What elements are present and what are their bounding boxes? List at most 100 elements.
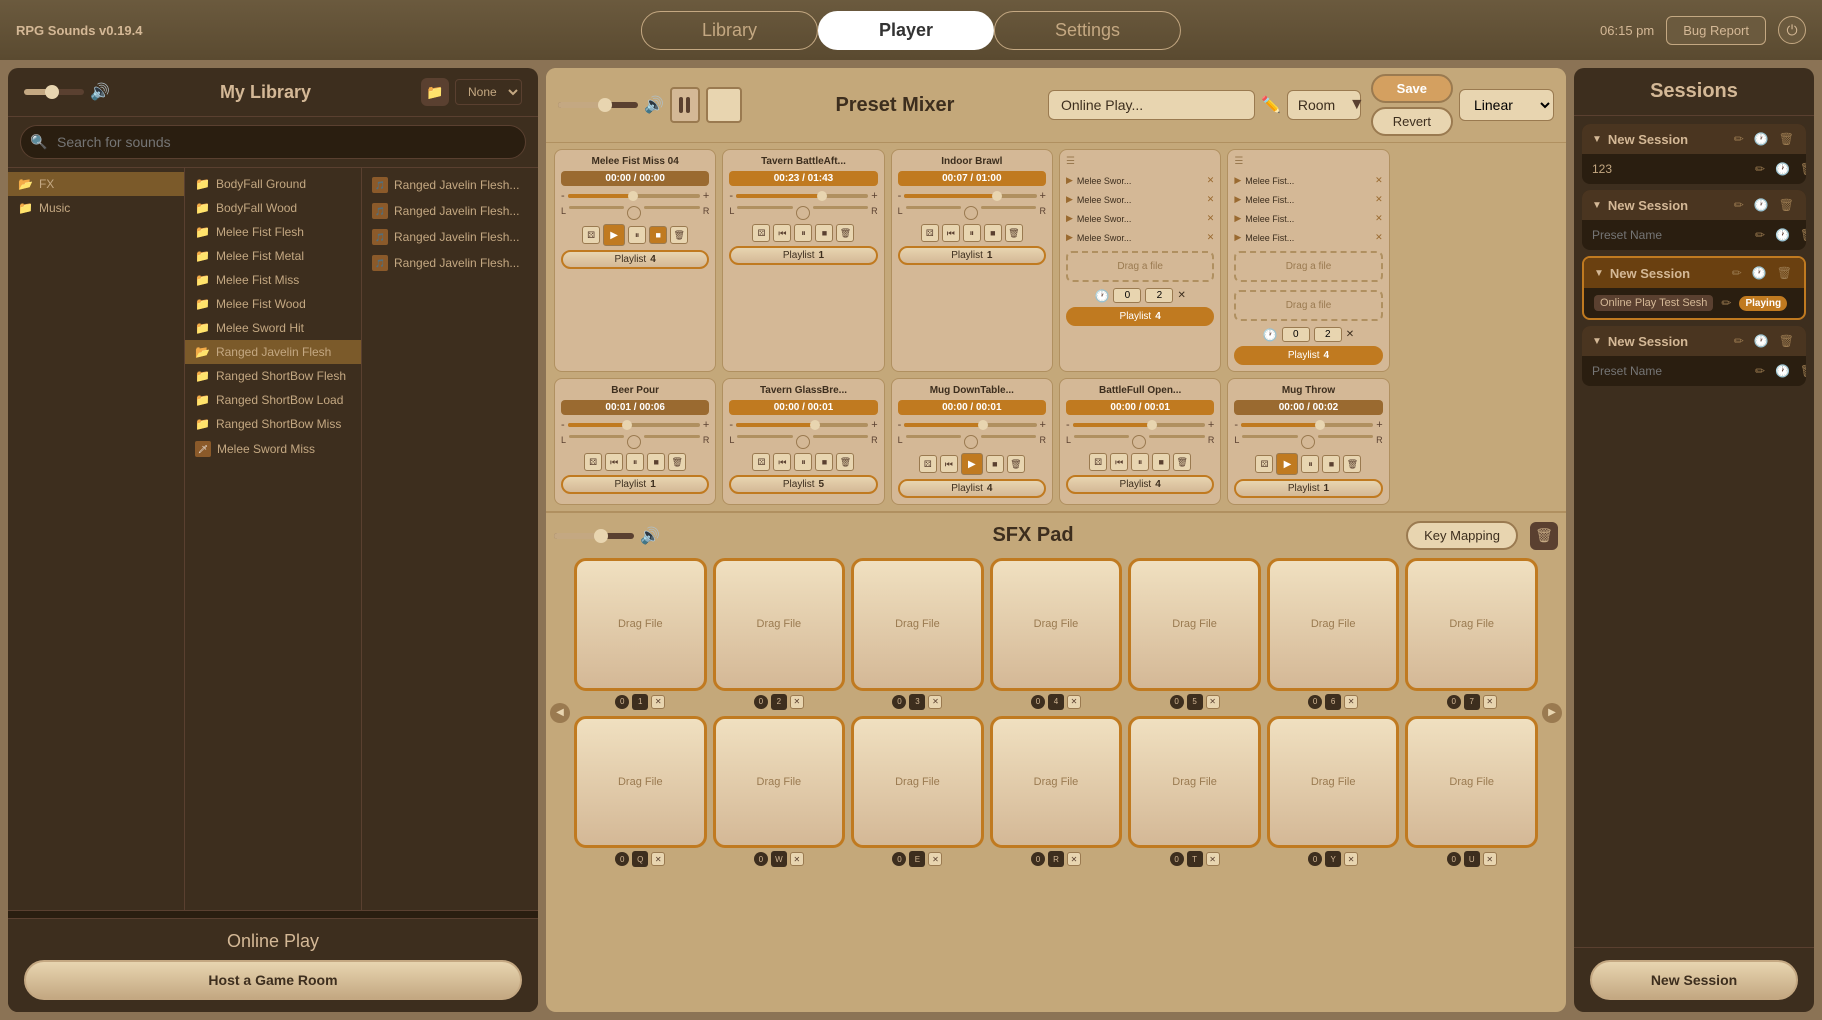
key-mapping-button[interactable]: Key Mapping	[1406, 521, 1518, 550]
list-item[interactable]: 🎵 Ranged Javelin Flesh...	[362, 172, 538, 198]
pause-small-btn[interactable]: ⏸	[1301, 455, 1319, 473]
vol-minus-icon[interactable]: -	[898, 419, 902, 431]
stop-small-btn[interactable]: ■	[1322, 455, 1340, 473]
drag-file-area[interactable]: Drag a file	[1066, 251, 1214, 282]
edit-preset-icon[interactable]: ✏️	[1261, 95, 1281, 115]
prev-btn[interactable]: ⏮	[940, 455, 958, 473]
pad-delete-btn[interactable]: ✕	[1344, 852, 1358, 866]
host-game-room-button[interactable]: Host a Game Room	[24, 960, 522, 1000]
sfx-pad-e[interactable]: Drag File	[851, 716, 984, 849]
list-item[interactable]: 📁Ranged ShortBow Miss	[185, 412, 361, 436]
delete-icon[interactable]: 🗑	[1798, 362, 1806, 380]
clock-session-icon[interactable]: 🕐	[1750, 264, 1769, 282]
edit-icon[interactable]: ✏	[1753, 160, 1767, 178]
sfx-pad-7[interactable]: Drag File	[1405, 558, 1538, 691]
session-group-header[interactable]: ▼ New Session ✏ 🕐 🗑	[1582, 124, 1806, 154]
track-delete-icon[interactable]: ✕	[1207, 232, 1215, 243]
pause-small-btn[interactable]: ⏸	[963, 224, 981, 242]
playlist-button-active[interactable]: Playlist4	[1234, 346, 1382, 365]
list-item[interactable]: 🎵 Ranged Javelin Flesh...	[362, 198, 538, 224]
track-delete-icon[interactable]: ✕	[1207, 194, 1215, 205]
delete-btn[interactable]: 🗑	[836, 453, 854, 471]
track-delete-icon[interactable]: ✕	[1375, 232, 1383, 243]
delete-btn[interactable]: 🗑	[670, 226, 688, 244]
sfx-pad-t[interactable]: Drag File	[1128, 716, 1261, 849]
playlist-button[interactable]: Playlist1	[561, 475, 709, 494]
pad-delete-btn[interactable]: ✕	[928, 695, 942, 709]
playlist-button[interactable]: Playlist4	[1066, 475, 1214, 494]
track-delete-icon[interactable]: ✕	[1207, 175, 1215, 186]
playlist-button[interactable]: Playlist4	[561, 250, 709, 269]
stop-small-btn[interactable]: ■	[986, 455, 1004, 473]
randomize-btn[interactable]: ⚄	[752, 453, 770, 471]
stop-small-btn[interactable]: ■	[649, 226, 667, 244]
sfx-pad-5[interactable]: Drag File	[1128, 558, 1261, 691]
play-button[interactable]: ▶	[1276, 453, 1298, 475]
play-button[interactable]: ▶	[603, 224, 625, 246]
randomize-btn[interactable]: ⚄	[1089, 453, 1107, 471]
list-item[interactable]: 🗡 Melee Sword Miss	[185, 436, 361, 462]
vol-minus-icon[interactable]: -	[561, 190, 565, 202]
pad-delete-btn[interactable]: ✕	[790, 695, 804, 709]
clock-icon[interactable]: 🕐	[1773, 362, 1792, 380]
vol-plus-icon[interactable]: +	[871, 190, 877, 202]
drag-file-area[interactable]: Drag a file	[1234, 251, 1382, 282]
track-delete-icon[interactable]: ✕	[1207, 213, 1215, 224]
edit-session-icon[interactable]: ✏	[1732, 332, 1746, 350]
vol-plus-icon[interactable]: +	[1040, 190, 1046, 202]
delete-btn[interactable]: 🗑	[1005, 224, 1023, 242]
edit-session-icon[interactable]: ✏	[1730, 264, 1744, 282]
save-button[interactable]: Save	[1371, 74, 1453, 103]
edit-icon[interactable]: ✏	[1753, 362, 1767, 380]
delete-btn[interactable]: 🗑	[1007, 455, 1025, 473]
randomize-btn[interactable]: ⚄	[1255, 455, 1273, 473]
list-item[interactable]: 📁Melee Fist Miss	[185, 268, 361, 292]
list-item[interactable]: 📁BodyFall Wood	[185, 196, 361, 220]
stop-small-btn[interactable]: ■	[815, 453, 833, 471]
track-delete-icon[interactable]: ✕	[1375, 213, 1383, 224]
list-item[interactable]: 📁Melee Fist Metal	[185, 244, 361, 268]
delete-icon[interactable]: 🗑	[1798, 160, 1806, 178]
pad-delete-btn[interactable]: ✕	[1206, 695, 1220, 709]
session-group-header[interactable]: ▼ New Session ✏ 🕐 🗑	[1584, 258, 1804, 288]
vol-minus-icon[interactable]: -	[729, 419, 733, 431]
sfx-pad-2[interactable]: Drag File	[713, 558, 846, 691]
counter-input2[interactable]	[1314, 327, 1342, 342]
playlist-button[interactable]: Playlist4	[898, 479, 1046, 498]
stop-small-btn[interactable]: ■	[647, 453, 665, 471]
randomize-btn[interactable]: ⚄	[584, 453, 602, 471]
delete-session-icon[interactable]: 🗑	[1777, 130, 1796, 148]
delete-session-icon[interactable]: 🗑	[1777, 196, 1796, 214]
play-button[interactable]: ▶	[961, 453, 983, 475]
linear-dropdown[interactable]: Linear	[1459, 89, 1554, 121]
stop-small-btn[interactable]: ■	[815, 224, 833, 242]
list-item[interactable]: 🎵 Ranged Javelin Flesh...	[362, 224, 538, 250]
clock-icon[interactable]: 🕐	[1773, 160, 1792, 178]
list-item[interactable]: 📁BodyFall Ground	[185, 172, 361, 196]
session-name-input[interactable]	[1592, 364, 1747, 378]
prev-btn[interactable]: ⏮	[942, 224, 960, 242]
randomize-btn[interactable]: ⚄	[919, 455, 937, 473]
clock-icon[interactable]: 🕐	[1773, 226, 1792, 244]
vol-plus-icon[interactable]: +	[1040, 419, 1046, 431]
vol-minus-icon[interactable]: -	[561, 419, 565, 431]
vol-plus-icon[interactable]: +	[1376, 419, 1382, 431]
pause-small-btn[interactable]: ⏸	[1131, 453, 1149, 471]
vol-minus-icon[interactable]: -	[729, 190, 733, 202]
sfx-pad-3[interactable]: Drag File	[851, 558, 984, 691]
pad-delete-btn[interactable]: ✕	[651, 695, 665, 709]
playlist-button[interactable]: Playlist1	[729, 246, 877, 265]
sfx-pad-q[interactable]: Drag File	[574, 716, 707, 849]
sfx-pad-u[interactable]: Drag File	[1405, 716, 1538, 849]
randomize-btn[interactable]: ⚄	[582, 226, 600, 244]
edit-session-icon[interactable]: ✏	[1732, 196, 1746, 214]
drag-file-area2[interactable]: Drag a file	[1234, 290, 1382, 321]
library-folder-btn[interactable]: 📁	[421, 78, 449, 106]
list-item[interactable]: 📁Melee Fist Wood	[185, 292, 361, 316]
sfx-trash-btn[interactable]: 🗑	[1530, 522, 1558, 550]
search-input[interactable]	[20, 125, 526, 159]
playlist-button-active[interactable]: Playlist4	[1066, 307, 1214, 326]
tab-library[interactable]: Library	[641, 11, 818, 50]
pad-delete-btn[interactable]: ✕	[1344, 695, 1358, 709]
stop-small-btn[interactable]: ■	[984, 224, 1002, 242]
